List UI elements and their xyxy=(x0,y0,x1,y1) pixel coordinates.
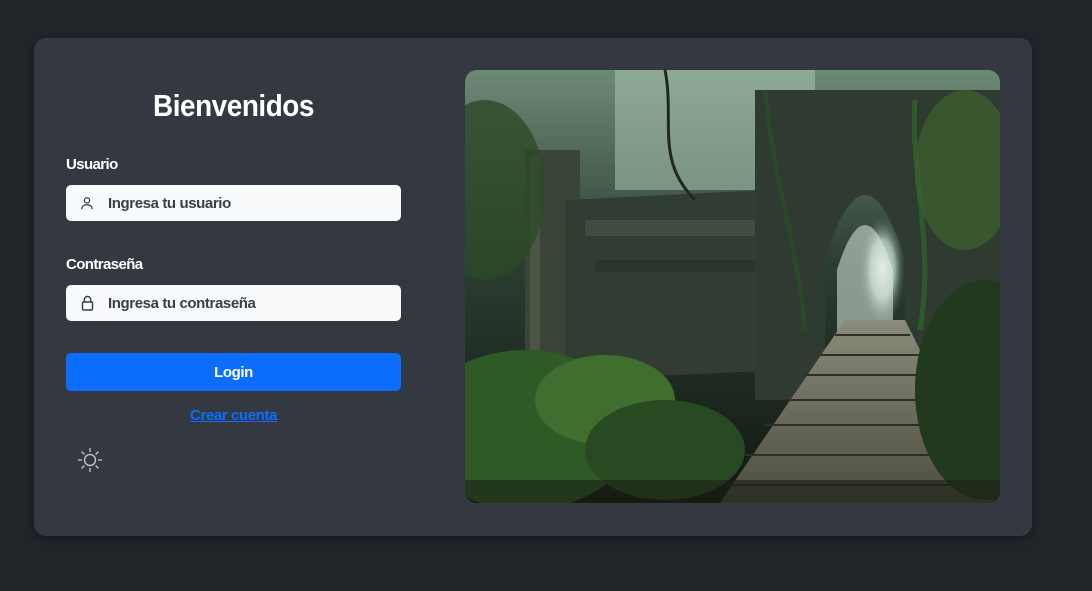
username-label: Usuario xyxy=(66,156,118,173)
login-card: Bienvenidos Usuario Contraseña Login C xyxy=(34,38,1032,536)
login-button[interactable]: Login xyxy=(66,353,401,391)
page-title: Bienvenidos xyxy=(153,88,314,123)
create-account-link[interactable]: Crear cuenta xyxy=(66,407,401,424)
theme-toggle-button[interactable] xyxy=(76,446,104,474)
password-label: Contraseña xyxy=(66,256,143,273)
password-input[interactable] xyxy=(108,285,401,321)
sun-icon xyxy=(77,447,103,473)
user-icon xyxy=(66,196,108,210)
password-field[interactable] xyxy=(66,285,401,321)
lock-icon xyxy=(66,295,108,311)
hero-image xyxy=(465,70,1000,503)
username-field[interactable] xyxy=(66,185,401,221)
login-form: Bienvenidos Usuario Contraseña Login C xyxy=(66,38,401,536)
username-input[interactable] xyxy=(108,185,401,221)
jungle-ruins-illustration xyxy=(465,70,1000,503)
